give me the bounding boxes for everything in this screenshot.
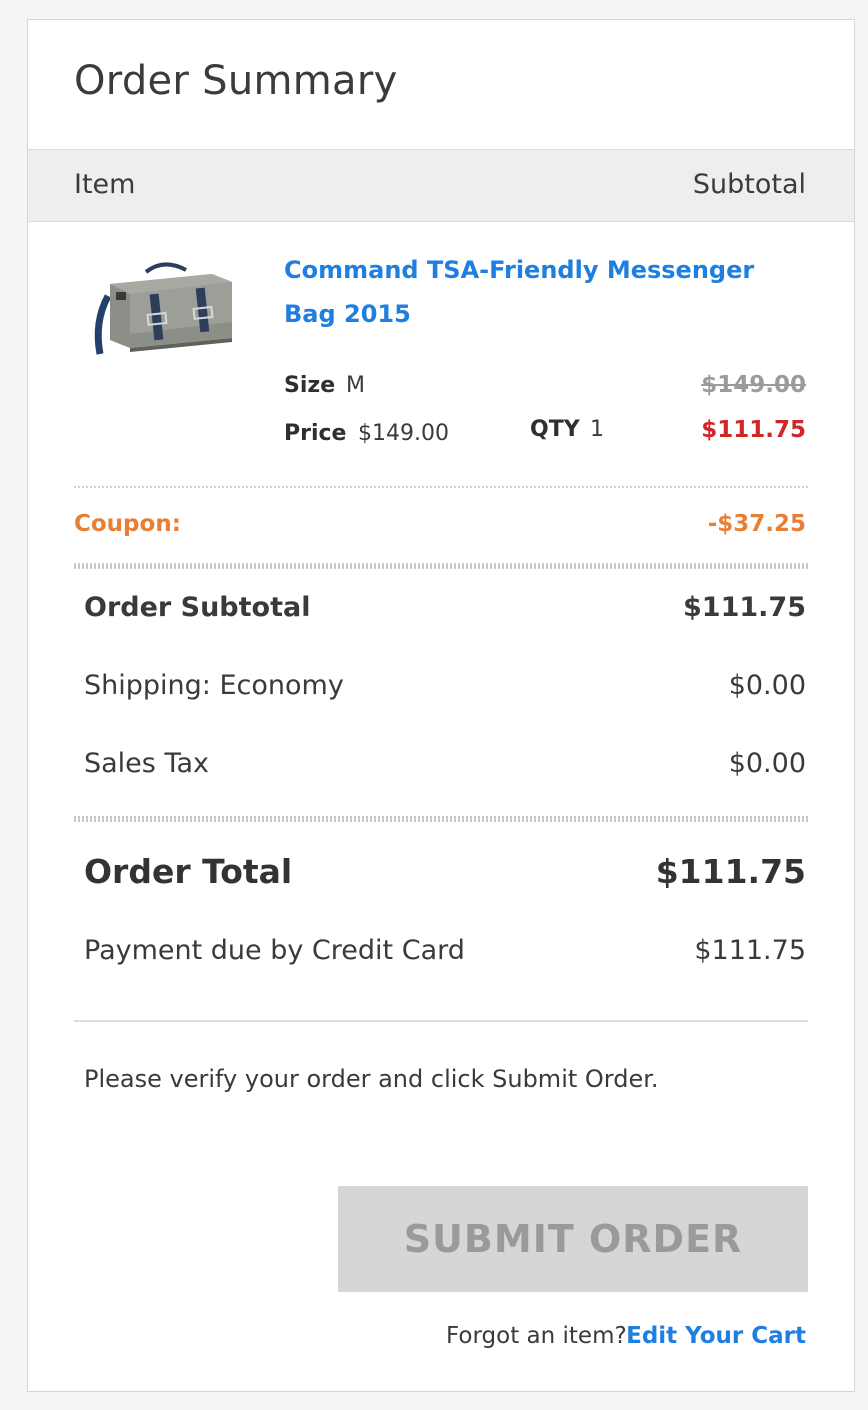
shipping-label: Shipping: Economy	[84, 670, 344, 701]
shipping-value: $0.00	[728, 670, 806, 701]
forgot-item-text: Forgot an item?	[446, 1323, 627, 1349]
verify-instructions: Please verify your order and click Submi…	[84, 1065, 659, 1093]
summary-divider	[74, 1020, 808, 1022]
qty-value: 1	[590, 417, 604, 442]
size-label: Size	[284, 373, 336, 398]
payment-label: Payment due by Credit Card	[84, 935, 465, 966]
column-header: Item Subtotal	[28, 149, 854, 222]
totals-divider	[74, 816, 808, 822]
subtotal-column-header: Subtotal	[692, 169, 806, 200]
coupon-label: Coupon:	[74, 511, 181, 537]
order-subtotal-label: Order Subtotal	[84, 592, 311, 623]
page-title: Order Summary	[74, 58, 398, 104]
coupon-value: -$37.25	[707, 511, 806, 537]
price-value: $149.00	[358, 421, 449, 446]
qty-label: QTY	[530, 417, 580, 442]
original-subtotal: $149.00	[701, 372, 806, 398]
payment-value: $111.75	[694, 935, 806, 966]
edit-cart-link[interactable]: Edit Your Cart	[626, 1323, 806, 1349]
product-name-link[interactable]: Command TSA-Friendly Messenger Bag 2015	[284, 248, 814, 336]
sales-tax-value: $0.00	[728, 748, 806, 779]
sales-tax-label: Sales Tax	[84, 748, 209, 779]
order-total-label: Order Total	[84, 852, 293, 891]
coupon-divider	[74, 563, 808, 569]
order-total-value: $111.75	[655, 852, 806, 891]
item-divider	[74, 486, 808, 488]
order-summary-panel: Order Summary Item Subtotal Command TSA-…	[27, 19, 855, 1392]
price-label: Price	[284, 421, 347, 446]
discounted-subtotal: $111.75	[701, 417, 806, 443]
messenger-bag-image[interactable]	[86, 252, 240, 364]
submit-order-button[interactable]: SUBMIT ORDER	[338, 1186, 808, 1292]
size-value: M	[346, 373, 365, 398]
item-column-header: Item	[74, 169, 136, 200]
order-subtotal-value: $111.75	[683, 592, 806, 623]
